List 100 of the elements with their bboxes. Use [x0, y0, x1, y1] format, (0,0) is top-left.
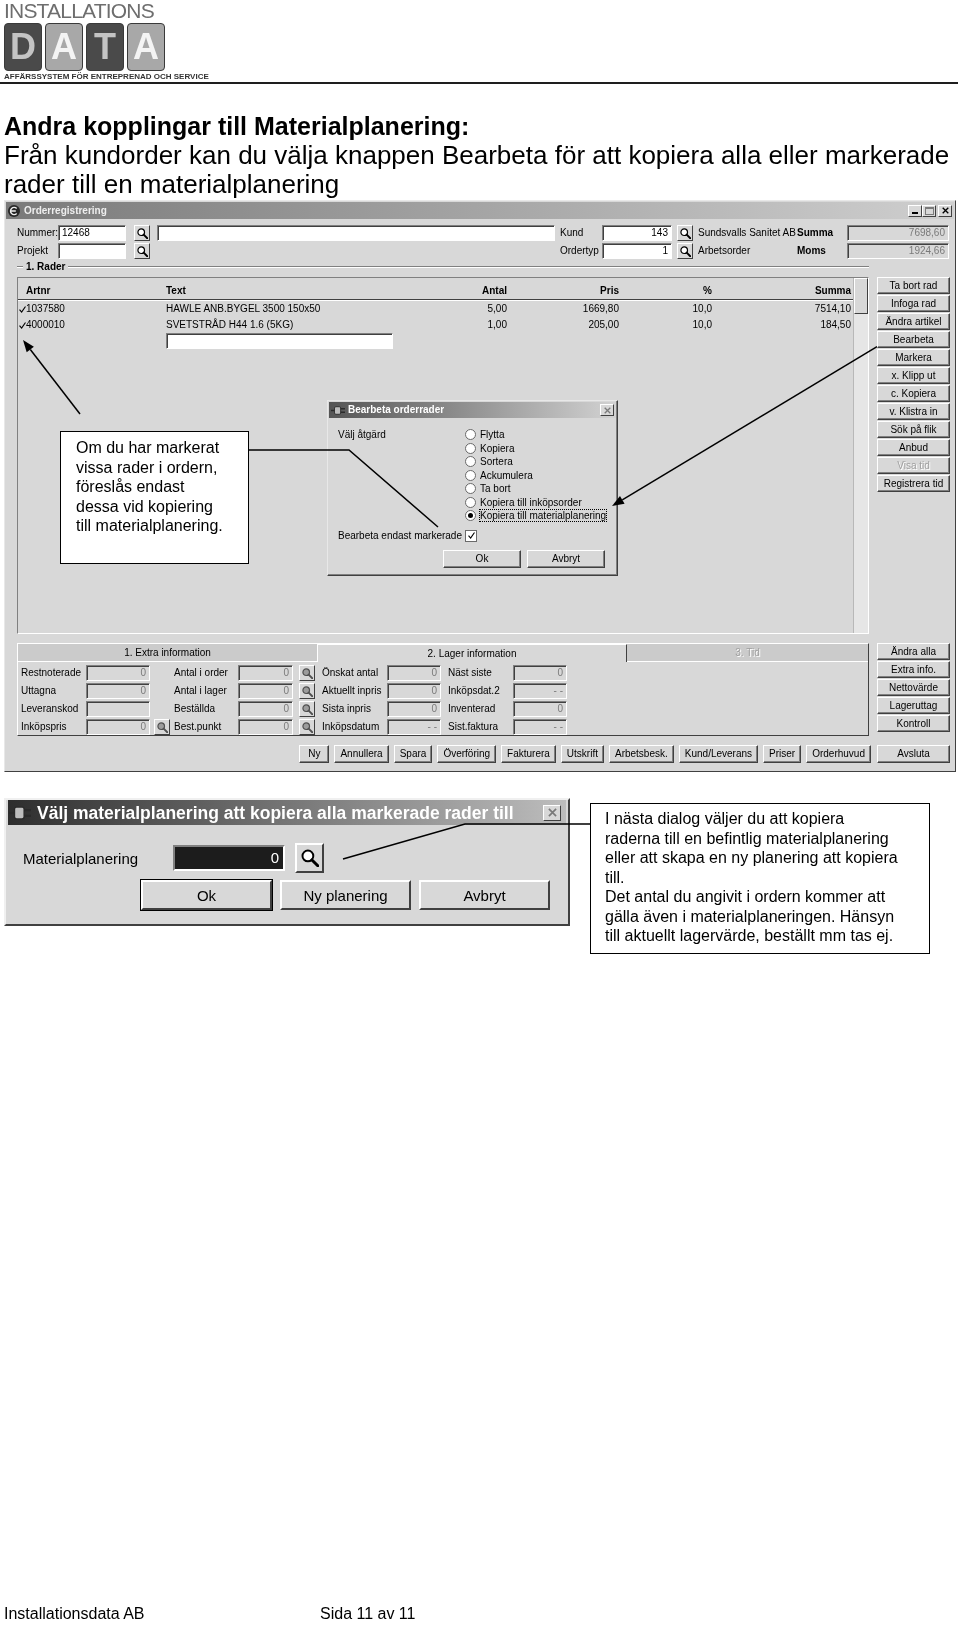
radio-button[interactable]	[465, 469, 476, 481]
search-button[interactable]	[677, 225, 693, 241]
radio-button[interactable]	[465, 456, 476, 468]
exit-button[interactable]: Avsluta	[877, 745, 950, 763]
search-icon	[300, 849, 319, 867]
readonly-field: - -	[387, 719, 441, 735]
maximize-button[interactable]	[922, 204, 936, 217]
dialog-title: Välj materialplanering att kopiera alla markerade rader till	[37, 802, 515, 823]
search-button[interactable]	[134, 225, 150, 241]
command-button[interactable]: Kontroll	[877, 715, 950, 732]
search-button[interactable]	[154, 719, 170, 735]
command-button[interactable]: x. Klipp ut	[877, 367, 950, 384]
command-button[interactable]: Utskrift	[560, 745, 604, 763]
field-label: Sista inpris	[322, 703, 372, 715]
order-number-field[interactable]: 12468	[58, 225, 126, 241]
dialog-button[interactable]: Avbryt	[419, 880, 550, 910]
readonly-field: - -	[513, 719, 567, 735]
command-button[interactable]: Registrera tid	[877, 475, 950, 492]
dialog-button[interactable]: Ny planering	[280, 880, 411, 910]
readonly-field: - -	[513, 683, 567, 699]
readonly-field: 0	[86, 719, 150, 735]
radio-button[interactable]	[465, 510, 476, 522]
command-button[interactable]: Annullera	[334, 745, 389, 763]
command-button[interactable]: Ändra alla	[877, 643, 950, 660]
table-cell-text: 7514,10	[813, 303, 851, 315]
column-header[interactable]: Pris	[507, 285, 619, 297]
input-field[interactable]	[166, 333, 393, 349]
command-button[interactable]: Lageruttag	[877, 697, 950, 714]
option-label[interactable]: Kopiera till inköpsorder	[480, 496, 582, 508]
command-button[interactable]: Ändra artikel	[877, 313, 950, 330]
search-icon	[301, 721, 313, 733]
radio-button[interactable]	[465, 429, 476, 441]
tab[interactable]: 2. Lager information	[317, 644, 627, 662]
search-button[interactable]	[295, 843, 324, 873]
option-label[interactable]: Ackumulera	[480, 469, 533, 481]
radio-button[interactable]	[465, 442, 476, 454]
logo-wordmark: INSTALLATIONS	[4, 0, 154, 22]
callout-text: I nästa dialog väljer du att kopiera raderna till en befintlig materialplanering eller att skapa en ny planering att kopiera till.	[605, 809, 899, 887]
column-header[interactable]: Text	[166, 285, 401, 297]
tab[interactable]: 1. Extra information	[18, 644, 317, 662]
command-button[interactable]: Kund/Leverans	[678, 745, 759, 763]
scrollbar-thumb[interactable]	[854, 278, 868, 314]
command-button[interactable]: Extra info.	[877, 661, 950, 678]
order-type-field[interactable]: 1	[602, 243, 672, 259]
command-button[interactable]: Infoga rad	[877, 295, 950, 312]
readonly-field: 0	[86, 665, 150, 681]
command-button[interactable]: Anbud	[877, 439, 950, 456]
scrollbar[interactable]	[853, 278, 868, 633]
input-field[interactable]: 0	[173, 845, 285, 871]
command-button[interactable]: Orderhuvud	[806, 745, 871, 763]
search-button[interactable]	[677, 243, 693, 259]
close-button[interactable]	[938, 204, 952, 217]
command-button[interactable]: Nettovärde	[877, 679, 950, 696]
command-button[interactable]: Fakturera	[501, 745, 556, 763]
close-icon	[547, 808, 557, 817]
command-button[interactable]: Sök på flik	[877, 421, 950, 438]
readonly-field: 0	[238, 719, 293, 735]
total-field: 7698,60	[847, 225, 949, 241]
command-button[interactable]: Arbetsbesk.	[608, 745, 674, 763]
option-label[interactable]: Kopiera till materialplanering	[480, 510, 607, 522]
search-button[interactable]	[299, 683, 315, 699]
checkbox[interactable]	[465, 529, 477, 542]
close-button[interactable]	[600, 404, 614, 416]
search-button[interactable]	[299, 701, 315, 717]
column-header[interactable]: Artnr	[26, 285, 166, 297]
search-button[interactable]	[299, 665, 315, 681]
dialog-button[interactable]: Avbryt	[527, 550, 605, 568]
dialog-button[interactable]: Ok	[443, 550, 521, 568]
radio-button[interactable]	[465, 496, 476, 508]
command-button[interactable]: Markera	[877, 349, 950, 366]
column-header[interactable]: %	[619, 285, 712, 297]
customer-number-field[interactable]: 143	[602, 225, 672, 241]
logo-letter-tile: T	[86, 23, 124, 71]
search-button[interactable]	[299, 719, 315, 735]
option-label[interactable]: Sortera	[480, 456, 513, 468]
command-button[interactable]: Ta bort rad	[877, 277, 950, 294]
command-button[interactable]: v. Klistra in	[877, 403, 950, 420]
command-button[interactable]: Bearbeta	[877, 331, 950, 348]
column-header[interactable]: Antal	[401, 285, 507, 297]
project-field[interactable]	[58, 243, 126, 259]
command-button[interactable]: c. Kopiera	[877, 385, 950, 402]
command-button[interactable]: Överföring	[437, 745, 497, 763]
minimize-button[interactable]	[908, 204, 922, 217]
table-cell-text: 10,0	[691, 319, 712, 331]
field-label: Inköpsdat.2	[448, 685, 501, 697]
dialog-button[interactable]: Ok	[141, 880, 272, 910]
field-label: Inventerad	[448, 703, 497, 715]
search-icon	[301, 703, 313, 715]
option-label[interactable]: Ta bort	[480, 483, 511, 495]
search-button[interactable]	[134, 243, 150, 259]
radio-button[interactable]	[465, 483, 476, 495]
option-label[interactable]: Flytta	[480, 429, 505, 441]
command-button[interactable]: Spara	[393, 745, 433, 763]
close-button[interactable]	[543, 804, 561, 821]
text-field[interactable]	[157, 225, 555, 241]
command-button[interactable]: Priser	[763, 745, 802, 763]
command-button[interactable]: Ny	[299, 745, 330, 763]
option-label[interactable]: Kopiera	[480, 442, 515, 454]
field-label: Antal i lager	[174, 685, 228, 697]
column-header[interactable]: Summa	[712, 285, 851, 297]
